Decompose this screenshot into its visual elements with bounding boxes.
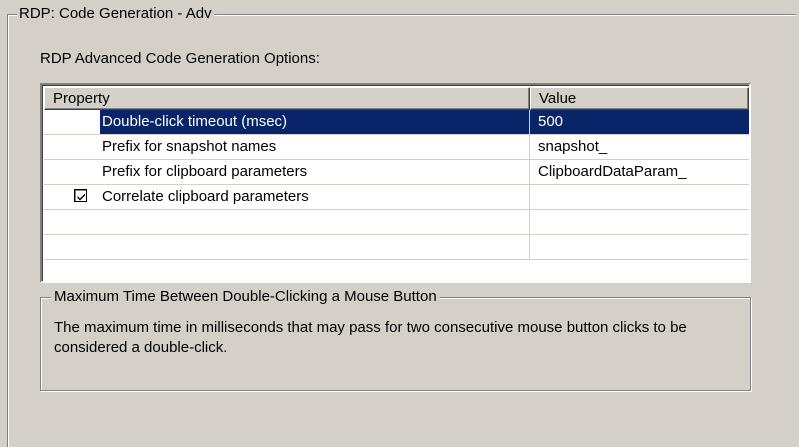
row-clipboard-prefix[interactable]: Prefix for clipboard parameters Clipboar… (44, 160, 749, 185)
property-cell[interactable] (44, 235, 530, 259)
property-cell[interactable] (44, 210, 530, 234)
value-cell[interactable]: snapshot_ (530, 135, 749, 159)
description-title: Maximum Time Between Double-Clicking a M… (51, 288, 440, 306)
correlate-checkbox[interactable] (74, 189, 87, 202)
column-header-property[interactable]: Property (44, 87, 530, 110)
grid-header: Property Value (44, 87, 749, 110)
property-label: Double-click timeout (msec) (100, 110, 529, 134)
property-grid[interactable]: Property Value Double-click timeout (mse… (40, 83, 751, 283)
row-empty[interactable] (44, 210, 749, 235)
checkmark-icon (77, 193, 85, 201)
value-cell[interactable]: 500 (530, 110, 749, 134)
options-label: RDP Advanced Code Generation Options: (40, 50, 320, 67)
value-cell[interactable] (530, 235, 749, 259)
row-snapshot-prefix[interactable]: Prefix for snapshot names snapshot_ (44, 135, 749, 160)
property-label: Correlate clipboard parameters (102, 188, 309, 205)
property-cell[interactable]: Correlate clipboard parameters (44, 185, 530, 209)
property-label: Prefix for clipboard parameters (102, 163, 308, 180)
property-cell[interactable]: Prefix for clipboard parameters (44, 160, 530, 184)
property-cell[interactable]: Double-click timeout (msec) (44, 110, 530, 134)
value-cell[interactable] (530, 210, 749, 234)
property-cell[interactable]: Prefix for snapshot names (44, 135, 530, 159)
panel-title: RDP: Code Generation - Adv (17, 5, 214, 23)
description-text: The maximum time in milliseconds that ma… (54, 319, 687, 356)
property-label: Prefix for snapshot names (102, 138, 277, 155)
value-cell[interactable]: ClipboardDataParam_ (530, 160, 749, 184)
column-header-value[interactable]: Value (530, 87, 749, 110)
grid-rows: Double-click timeout (msec) 500 Prefix f… (44, 110, 749, 260)
row-correlate-clipboard[interactable]: Correlate clipboard parameters (44, 185, 749, 210)
row-double-click-timeout[interactable]: Double-click timeout (msec) 500 (44, 110, 749, 135)
row-empty[interactable] (44, 235, 749, 260)
value-cell[interactable] (530, 185, 749, 209)
